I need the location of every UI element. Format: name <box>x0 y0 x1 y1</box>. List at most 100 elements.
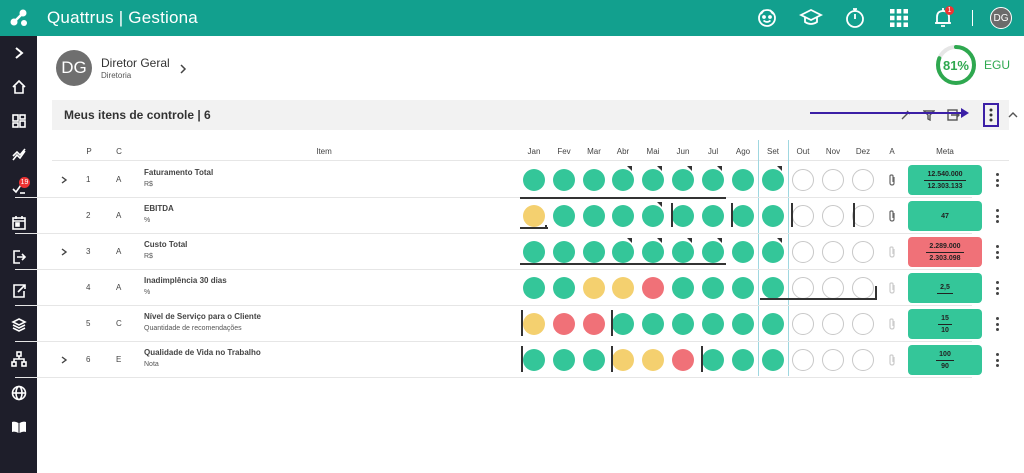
row-meta[interactable]: 2.289.000 2.303.098 <box>908 237 982 267</box>
row-options-button[interactable] <box>992 353 1002 367</box>
month-status-green[interactable] <box>553 241 575 263</box>
chevron-right-icon[interactable] <box>179 64 187 74</box>
month-status-green[interactable] <box>672 169 694 191</box>
month-status-empty[interactable] <box>792 349 814 371</box>
month-status-green[interactable] <box>642 169 664 191</box>
month-status-empty[interactable] <box>792 313 814 335</box>
row-item-name[interactable]: Qualidade de Vida no Trabalho <box>144 348 261 357</box>
row-item-name[interactable]: Nível de Serviço para o Cliente <box>144 312 261 321</box>
sidebar-item-export[interactable] <box>0 274 37 308</box>
row-options-button[interactable] <box>992 173 1002 187</box>
paperclip-icon[interactable] <box>887 174 897 186</box>
sidebar-item-home[interactable] <box>0 70 37 104</box>
month-status-green[interactable] <box>642 313 664 335</box>
month-status-empty[interactable] <box>792 169 814 191</box>
month-status-green[interactable] <box>702 313 724 335</box>
month-status-green[interactable] <box>702 205 724 227</box>
logo-icon[interactable] <box>0 0 37 36</box>
month-status-green[interactable] <box>612 241 634 263</box>
expand-row-icon[interactable] <box>60 248 68 256</box>
month-status-yellow[interactable] <box>523 205 545 227</box>
sidebar-item-globe[interactable] <box>0 376 37 410</box>
month-status-empty[interactable] <box>852 349 874 371</box>
month-status-yellow[interactable] <box>612 277 634 299</box>
month-status-yellow[interactable] <box>612 349 634 371</box>
bell-icon[interactable]: 1 <box>928 3 958 33</box>
paperclip-icon[interactable] <box>887 210 897 222</box>
user-avatar-small[interactable]: DG <box>990 7 1012 29</box>
month-status-empty[interactable] <box>792 277 814 299</box>
row-item-name[interactable]: EBITDA <box>144 204 174 213</box>
month-status-green[interactable] <box>672 205 694 227</box>
month-status-green[interactable] <box>702 169 724 191</box>
month-status-green[interactable] <box>583 241 605 263</box>
export-table-icon[interactable] <box>945 107 961 123</box>
row-item-name[interactable]: Faturamento Total <box>144 168 213 177</box>
month-status-green[interactable] <box>523 277 545 299</box>
month-status-green[interactable] <box>762 349 784 371</box>
month-status-green[interactable] <box>612 169 634 191</box>
month-status-green[interactable] <box>583 169 605 191</box>
row-item-name[interactable]: Inadimplência 30 dias <box>144 276 227 285</box>
sidebar-item-book[interactable] <box>0 410 37 444</box>
month-status-green[interactable] <box>612 313 634 335</box>
month-status-empty[interactable] <box>852 205 874 227</box>
month-status-yellow[interactable] <box>523 313 545 335</box>
month-status-green[interactable] <box>553 349 575 371</box>
collapse-icon[interactable] <box>1005 107 1021 123</box>
month-status-green[interactable] <box>553 169 575 191</box>
month-status-red[interactable] <box>672 349 694 371</box>
month-status-red[interactable] <box>553 313 575 335</box>
paperclip-icon[interactable] <box>887 246 897 258</box>
sidebar-item-calendar[interactable] <box>0 206 37 240</box>
month-status-green[interactable] <box>642 241 664 263</box>
month-status-green[interactable] <box>762 241 784 263</box>
month-status-empty[interactable] <box>852 313 874 335</box>
user-header[interactable]: DG Diretor Geral Diretoria <box>56 50 187 86</box>
month-status-green[interactable] <box>732 277 754 299</box>
row-options-button[interactable] <box>992 209 1002 223</box>
month-status-green[interactable] <box>583 205 605 227</box>
month-status-green[interactable] <box>612 205 634 227</box>
sidebar-item-org-chart[interactable] <box>0 342 37 376</box>
month-status-green[interactable] <box>702 277 724 299</box>
month-status-yellow[interactable] <box>642 349 664 371</box>
sidebar-expand-button[interactable] <box>0 36 37 70</box>
month-status-green[interactable] <box>702 241 724 263</box>
month-status-empty[interactable] <box>852 277 874 299</box>
month-status-green[interactable] <box>702 349 724 371</box>
month-status-green[interactable] <box>642 205 664 227</box>
row-meta[interactable]: 47 <box>908 201 982 231</box>
row-item-name[interactable]: Custo Total <box>144 240 187 249</box>
month-status-yellow[interactable] <box>583 277 605 299</box>
row-meta[interactable]: 12.540.000 12.303.133 <box>908 165 982 195</box>
row-meta[interactable]: 2,5 <box>908 273 982 303</box>
sidebar-item-trends[interactable] <box>0 138 37 172</box>
month-status-empty[interactable] <box>822 349 844 371</box>
sidebar-item-dashboard[interactable] <box>0 104 37 138</box>
month-status-green[interactable] <box>583 349 605 371</box>
month-status-green[interactable] <box>553 205 575 227</box>
sidebar-item-layers[interactable] <box>0 308 37 342</box>
graduation-cap-icon[interactable] <box>796 3 826 33</box>
sidebar-item-tasks[interactable]: 19 <box>0 172 37 206</box>
month-status-red[interactable] <box>583 313 605 335</box>
month-status-green[interactable] <box>762 205 784 227</box>
month-status-empty[interactable] <box>822 313 844 335</box>
month-status-green[interactable] <box>732 313 754 335</box>
row-options-button[interactable] <box>992 245 1002 259</box>
expand-row-icon[interactable] <box>60 176 68 184</box>
month-status-green[interactable] <box>732 169 754 191</box>
month-status-empty[interactable] <box>792 241 814 263</box>
month-status-green[interactable] <box>523 241 545 263</box>
month-status-empty[interactable] <box>822 205 844 227</box>
month-status-empty[interactable] <box>822 169 844 191</box>
more-options-button[interactable] <box>983 103 999 127</box>
month-status-empty[interactable] <box>852 241 874 263</box>
month-status-green[interactable] <box>672 277 694 299</box>
month-status-green[interactable] <box>762 169 784 191</box>
edit-icon[interactable] <box>898 107 914 123</box>
month-status-green[interactable] <box>672 241 694 263</box>
month-status-red[interactable] <box>642 277 664 299</box>
grid-icon[interactable] <box>884 3 914 33</box>
